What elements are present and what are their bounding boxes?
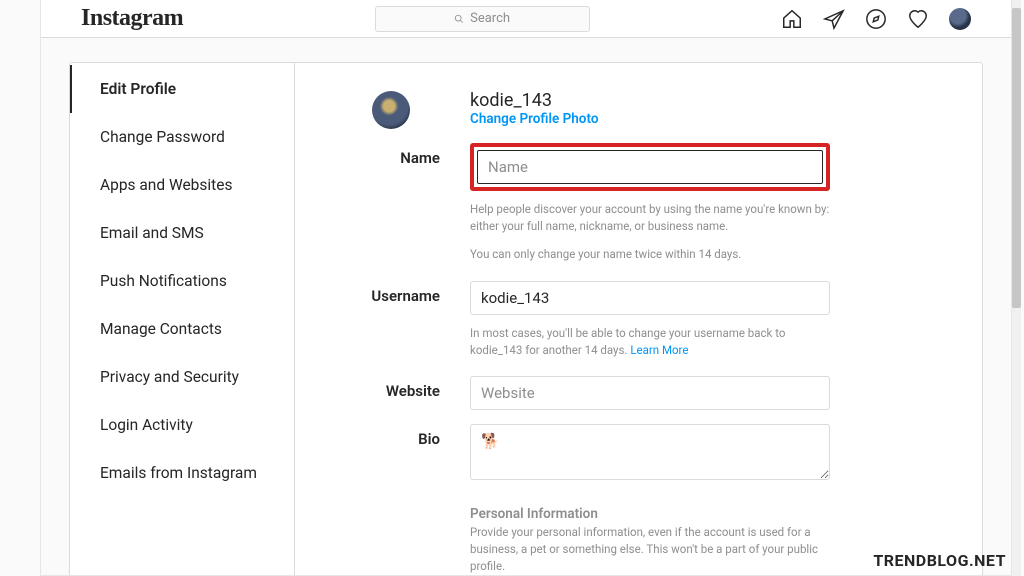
sidebar-item-edit-profile[interactable]: Edit Profile [70,65,294,113]
username-row: Username In most cases, you'll be able t… [295,281,922,358]
scrollbar-thumb[interactable] [1012,8,1021,308]
bio-label: Bio [295,424,470,484]
name-help-2: You can only change your name twice with… [470,246,830,263]
sidebar-item-email-sms[interactable]: Email and SMS [70,209,294,257]
personal-info-desc: Provide your personal information, even … [470,524,830,574]
sidebar-item-label: Login Activity [100,416,193,434]
brand-logo[interactable]: Instagram [81,5,183,32]
sidebar-item-apps-websites[interactable]: Apps and Websites [70,161,294,209]
search-placeholder: Search [470,11,510,26]
sidebar-item-emails-instagram[interactable]: Emails from Instagram [70,449,294,497]
website-input[interactable] [470,376,830,410]
explore-icon[interactable] [865,8,887,30]
sidebar-item-label: Privacy and Security [100,368,239,386]
page-scrollbar[interactable] [1012,0,1021,576]
name-help-1: Help people discover your account by usi… [470,201,830,234]
profile-picture[interactable] [372,91,410,129]
sidebar-item-label: Email and SMS [100,224,204,242]
username-input[interactable] [470,281,830,315]
sidebar-item-privacy-security[interactable]: Privacy and Security [70,353,294,401]
website-row: Website [295,376,922,410]
learn-more-link[interactable]: Learn More [630,343,688,357]
username-label: Username [295,281,470,358]
website-label: Website [295,376,470,410]
nav-icons [781,8,971,30]
search-icon [454,14,464,24]
username-help: In most cases, you'll be able to change … [470,325,830,358]
sidebar-item-label: Change Password [100,128,225,146]
home-icon[interactable] [781,8,803,30]
settings-sidebar: Edit Profile Change Password Apps and We… [70,63,295,576]
change-profile-photo-link[interactable]: Change Profile Photo [470,111,830,127]
name-input[interactable] [477,150,823,184]
profile-header-row: kodie_143 Change Profile Photo [295,91,922,129]
messenger-icon[interactable] [823,8,845,30]
watermark: TRENDBLOG.NET [873,551,1006,570]
personal-info-row: Personal Information Provide your person… [295,506,922,574]
personal-info-title: Personal Information [470,506,830,522]
username-help-text: In most cases, you'll be able to change … [470,326,785,357]
bio-row: Bio 🐕 [295,424,922,484]
name-label: Name [295,143,470,263]
search-input[interactable]: Search [375,6,590,32]
sidebar-item-login-activity[interactable]: Login Activity [70,401,294,449]
sidebar-item-label: Manage Contacts [100,320,222,338]
settings-main: kodie_143 Change Profile Photo Name Help… [295,63,982,576]
sidebar-item-label: Emails from Instagram [100,464,257,482]
sidebar-item-manage-contacts[interactable]: Manage Contacts [70,305,294,353]
bio-input[interactable]: 🐕 [470,424,830,480]
sidebar-item-change-password[interactable]: Change Password [70,113,294,161]
activity-icon[interactable] [907,8,929,30]
name-highlight [470,143,830,191]
sidebar-item-label: Apps and Websites [100,176,232,194]
app-frame: Instagram Search Edit Profile Change Pas… [40,0,1012,576]
username-display: kodie_143 [470,91,830,111]
sidebar-item-label: Push Notifications [100,272,227,290]
sidebar-item-label: Edit Profile [100,80,176,98]
top-nav: Instagram Search [41,0,1011,38]
profile-avatar[interactable] [949,8,971,30]
settings-card: Edit Profile Change Password Apps and We… [69,62,983,576]
sidebar-item-push-notifications[interactable]: Push Notifications [70,257,294,305]
name-row: Name Help people discover your account b… [295,143,922,263]
